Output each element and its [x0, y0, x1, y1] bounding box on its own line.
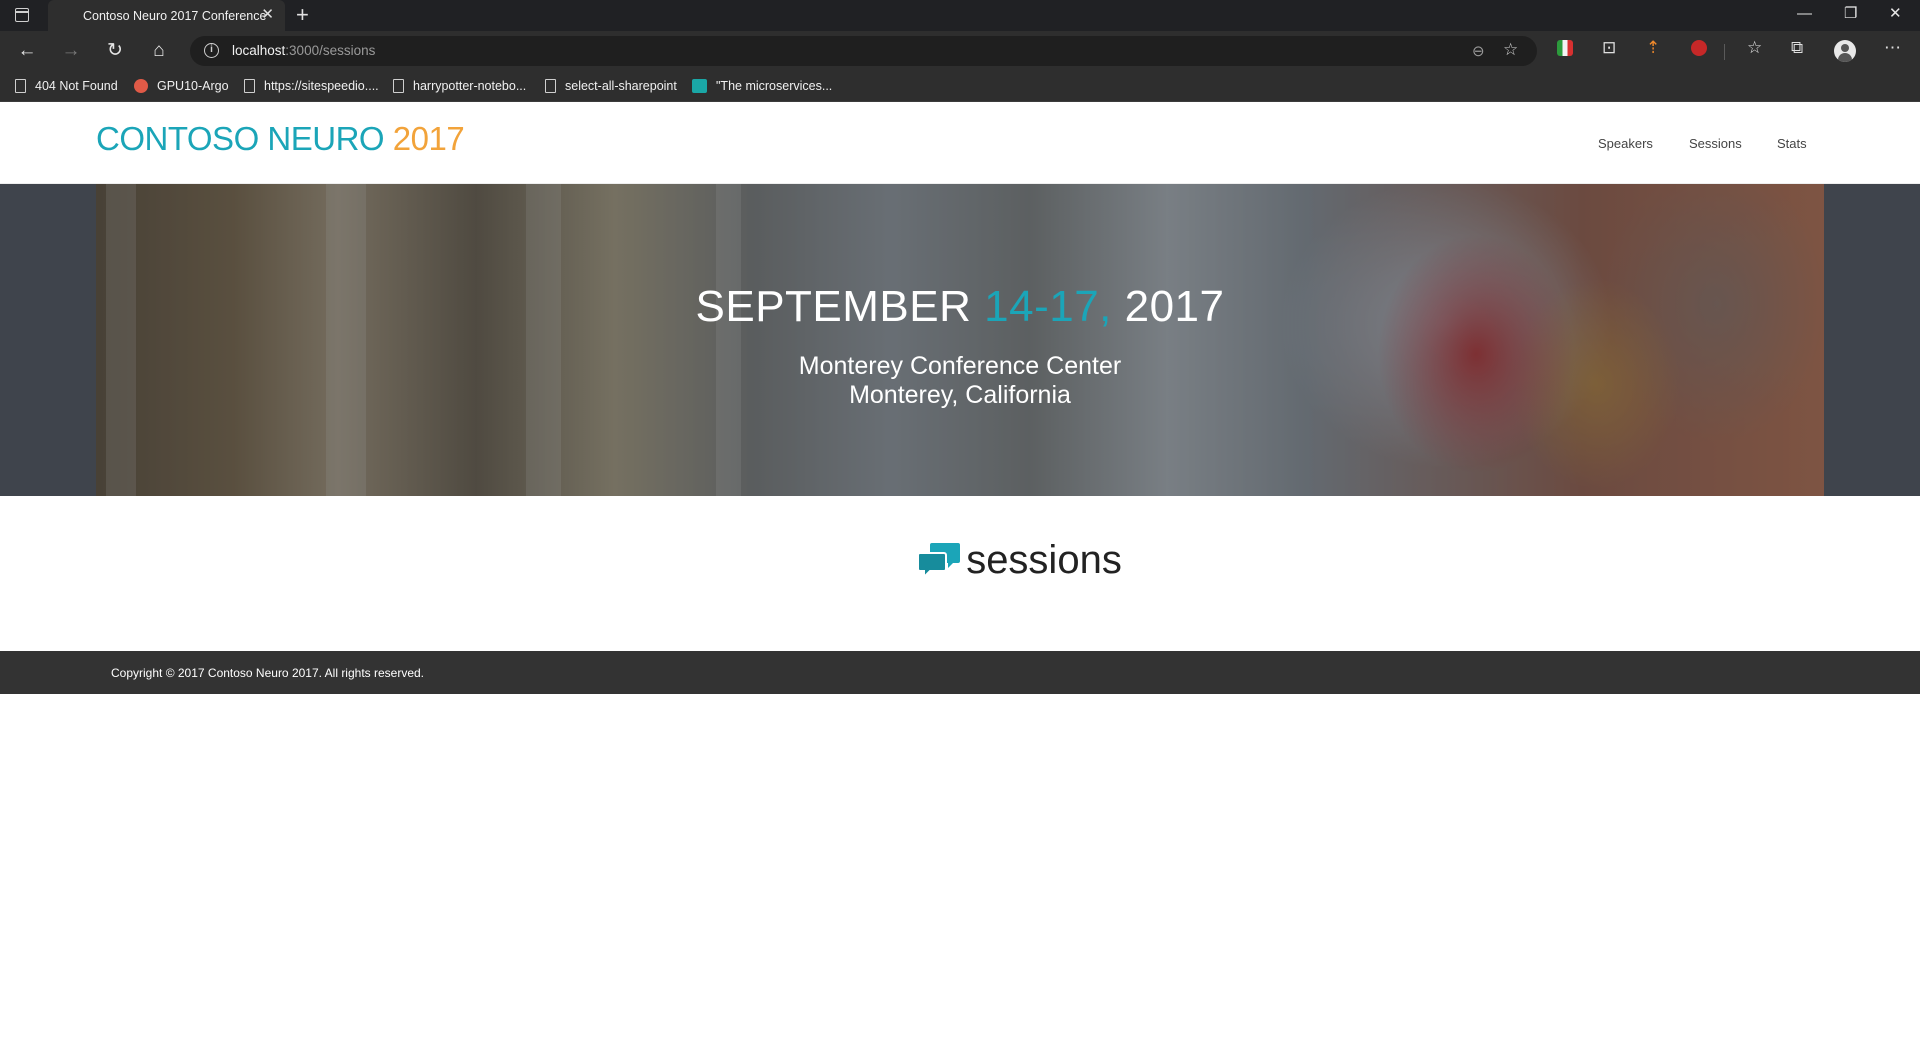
- page-content: CONTOSO NEURO 2017 Speakers Sessions Sta…: [0, 102, 1920, 1040]
- venue-name: Monterey Conference Center: [798, 352, 1122, 380]
- new-tab-button[interactable]: +: [296, 3, 309, 27]
- bookmarks-bar: 404 Not Found GPU10-Argo https://sitespe…: [0, 71, 1920, 102]
- logo-year: 2017: [392, 120, 465, 157]
- record-extension-icon[interactable]: [1691, 40, 1707, 56]
- minimize-button[interactable]: —: [1797, 5, 1812, 23]
- add-favorite-icon[interactable]: ☆: [1503, 40, 1518, 60]
- collections-icon[interactable]: ⧉: [1791, 38, 1803, 58]
- page-icon: [393, 78, 404, 93]
- url-path: :3000/sessions: [285, 43, 376, 58]
- more-options-icon[interactable]: ⋯: [1884, 38, 1901, 58]
- bookmark-item[interactable]: GPU10-Argo: [134, 78, 229, 95]
- bookmark-item[interactable]: harrypotter-notebo...: [393, 78, 526, 95]
- screenshot-extension-icon[interactable]: ⊡: [1602, 38, 1616, 58]
- back-arrow-icon[interactable]: ←: [16, 40, 38, 62]
- tab-close-icon[interactable]: ✕: [261, 6, 274, 24]
- site-header: CONTOSO NEURO 2017 Speakers Sessions Sta…: [0, 102, 1920, 184]
- argo-icon: [134, 78, 148, 93]
- page-icon: [15, 78, 26, 93]
- bookmark-item[interactable]: https://sitespeedio....: [244, 78, 379, 95]
- profile-avatar[interactable]: [1834, 40, 1856, 62]
- bookmark-item[interactable]: "The microservices...: [692, 78, 832, 95]
- flag-extension-icon[interactable]: [1557, 40, 1573, 56]
- page-icon: [545, 78, 556, 93]
- url-text[interactable]: localhost:3000/sessions: [232, 43, 375, 58]
- upload-extension-icon[interactable]: ⇡: [1646, 38, 1660, 58]
- browser-tab-active[interactable]: Contoso Neuro 2017 Conference ✕: [48, 0, 285, 31]
- section-header: sessions: [0, 538, 1920, 588]
- nav-link-stats[interactable]: Stats: [1777, 136, 1807, 151]
- browser-toolbar: ← → ↻ ⌂ i localhost:3000/sessions ⊖ ☆: [0, 31, 1920, 71]
- address-bar[interactable]: i localhost:3000/sessions ⊖ ☆: [190, 36, 1537, 66]
- bookmark-item[interactable]: 404 Not Found: [15, 78, 118, 95]
- toolbar-divider: [1724, 44, 1725, 60]
- tab-actions-icon[interactable]: [15, 8, 29, 22]
- page-icon: [244, 78, 255, 93]
- section-title: sessions: [966, 538, 1122, 582]
- forward-arrow-icon[interactable]: →: [60, 40, 82, 62]
- close-window-button[interactable]: ✕: [1889, 5, 1902, 23]
- home-icon[interactable]: ⌂: [148, 40, 170, 62]
- venue-city: Monterey, California: [849, 381, 1071, 409]
- nav-link-speakers[interactable]: Speakers: [1598, 136, 1653, 151]
- site-footer: Copyright © 2017 Contoso Neuro 2017. All…: [0, 651, 1920, 694]
- favorites-icon[interactable]: ☆: [1747, 38, 1762, 58]
- chat-bubbles-icon: [917, 539, 961, 579]
- zoom-out-icon[interactable]: ⊖: [1472, 42, 1485, 60]
- site-info-icon[interactable]: i: [204, 43, 219, 58]
- teal-app-icon: [692, 78, 707, 93]
- restore-button[interactable]: ❐: [1844, 5, 1857, 23]
- site-logo[interactable]: CONTOSO NEURO 2017: [96, 120, 465, 158]
- event-venue: Monterey Conference Center Monterey, Cal…: [0, 352, 1920, 410]
- hero-text: SEPTEMBER 14-17, 2017 Monterey Conferenc…: [0, 184, 1920, 496]
- tab-title: Contoso Neuro 2017 Conference: [83, 9, 267, 23]
- reload-icon[interactable]: ↻: [104, 40, 126, 62]
- hero-banner: SEPTEMBER 14-17, 2017 Monterey Conferenc…: [0, 184, 1920, 496]
- browser-tab-strip: Contoso Neuro 2017 Conference ✕ + — ❐ ✕: [0, 0, 1920, 31]
- nav-link-sessions[interactable]: Sessions: [1689, 136, 1742, 151]
- bookmark-item[interactable]: select-all-sharepoint: [545, 78, 677, 95]
- url-host: localhost: [232, 43, 286, 58]
- logo-brand: CONTOSO NEURO: [96, 120, 393, 157]
- event-dates: SEPTEMBER 14-17, 2017: [695, 282, 1225, 331]
- copyright-text: Copyright © 2017 Contoso Neuro 2017. All…: [111, 666, 425, 680]
